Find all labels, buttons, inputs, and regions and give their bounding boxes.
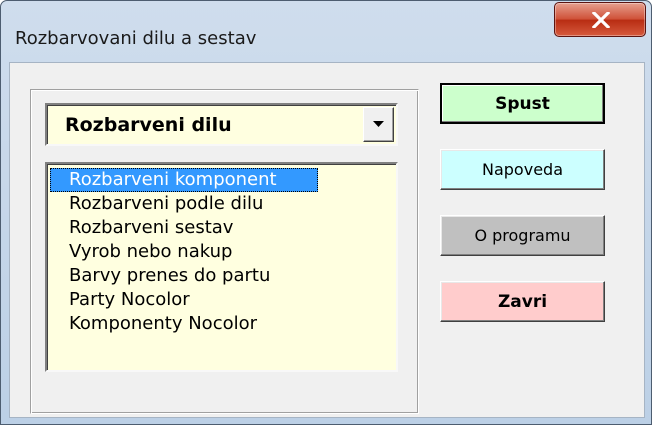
window-title: Rozbarvovani dilu a sestav	[15, 28, 257, 49]
list-item[interactable]: Rozbarveni sestav	[50, 216, 393, 240]
mode-combobox[interactable]: Rozbarveni dilu	[45, 103, 398, 146]
list-item-label: Rozbarveni sestav	[69, 217, 234, 238]
zavri-button[interactable]: Zavri	[440, 281, 605, 322]
list-item[interactable]: Barvy prenes do partu	[50, 264, 393, 288]
list-item[interactable]: Party Nocolor	[50, 288, 393, 312]
list-item-label: Barvy prenes do partu	[69, 265, 271, 286]
close-x-icon	[592, 12, 610, 28]
chevron-down-icon	[373, 121, 384, 127]
napoveda-button[interactable]: Napoveda	[440, 149, 605, 190]
list-item[interactable]: Komponenty Nocolor	[50, 312, 393, 336]
list-item-label: Vyrob nebo nakup	[69, 241, 233, 262]
listbox-items: Rozbarveni komponent Rozbarveni podle dil…	[50, 168, 393, 336]
dialog-client-area: Rozbarveni dilu Rozbarveni komponent Rozb…	[9, 62, 645, 418]
spust-button[interactable]: Spust	[440, 83, 605, 124]
combobox-dropdown-button[interactable]	[363, 107, 394, 142]
dialog-window: Rozbarvovani dilu a sestav Rozbarveni di…	[0, 0, 652, 425]
list-item-label: Party Nocolor	[69, 289, 190, 310]
list-item-label: Komponenty Nocolor	[69, 313, 258, 334]
list-item[interactable]: Rozbarveni podle dilu	[50, 192, 393, 216]
o-programu-button[interactable]: O programu	[440, 215, 605, 256]
list-item[interactable]: Rozbarveni komponent	[50, 168, 393, 192]
list-item[interactable]: Vyrob nebo nakup	[50, 240, 393, 264]
combobox-value: Rozbarveni dilu	[65, 114, 232, 136]
list-item-label: Rozbarveni podle dilu	[69, 193, 264, 214]
close-button[interactable]	[554, 2, 646, 37]
options-listbox[interactable]: Rozbarveni komponent Rozbarveni podle dil…	[45, 162, 398, 372]
list-item-label: Rozbarveni komponent	[69, 169, 277, 190]
